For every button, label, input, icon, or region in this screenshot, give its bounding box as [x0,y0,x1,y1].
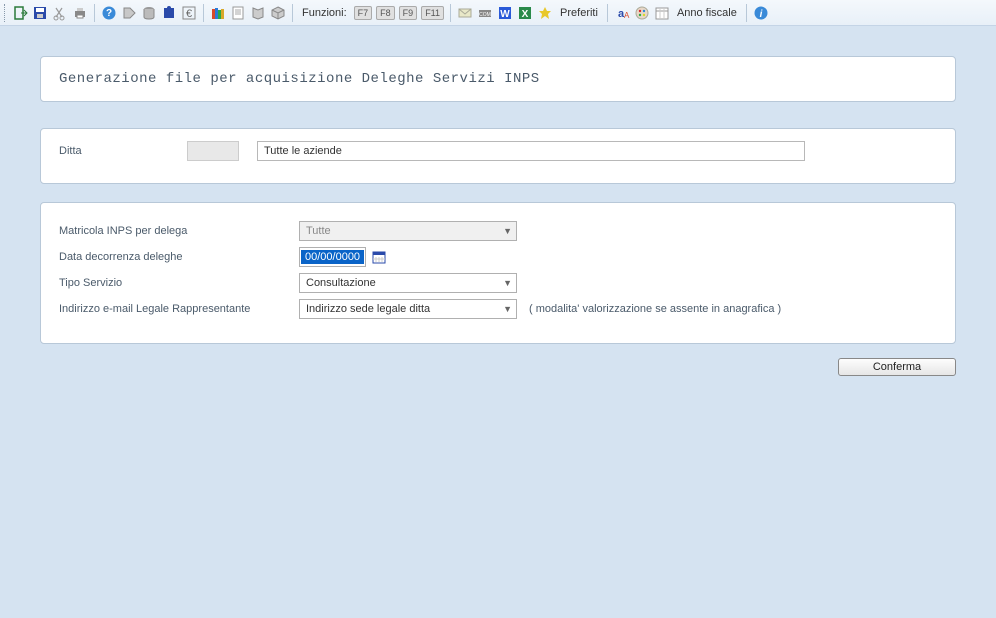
svg-text:A: A [624,11,630,20]
matricola-value: Tutte [306,225,331,237]
conferma-button[interactable]: Conferma [838,358,956,376]
indirizzo-email-label: Indirizzo e-mail Legale Rappresentante [59,303,299,315]
tag-icon[interactable] [120,4,138,22]
tipo-servizio-label: Tipo Servizio [59,277,299,289]
data-decorrenza-label: Data decorrenza deleghe [59,251,299,263]
data-decorrenza-input[interactable]: 00/00/0000 [299,247,366,267]
calendar-grid-icon[interactable] [653,4,671,22]
calendar-icon[interactable] [372,250,386,264]
f11-key[interactable]: F11 [421,6,444,20]
ditta-code-field[interactable] [187,141,239,161]
matricola-select[interactable]: Tutte ▼ [299,221,517,241]
title-panel: Generazione file per acquisizione Delegh… [40,56,956,102]
print-icon[interactable] [71,4,89,22]
help-icon[interactable]: ? [100,4,118,22]
exit-icon[interactable] [11,4,29,22]
svg-text:W: W [500,9,510,20]
ditta-name-field[interactable]: Tutte le aziende [257,141,805,161]
svg-text:X: X [522,9,529,20]
separator [607,4,608,22]
svg-text:COM: COM [479,12,491,18]
indirizzo-email-hint: ( modalita' valorizzazione se assente in… [529,303,781,315]
ditta-label: Ditta [59,145,187,157]
database-icon[interactable] [140,4,158,22]
content-area: Generazione file per acquisizione Delegh… [0,26,996,406]
anno-fiscale-label: Anno fiscale [673,7,741,19]
svg-text:?: ? [106,8,112,19]
save-icon[interactable] [31,4,49,22]
cut-icon[interactable] [51,4,69,22]
euro-icon[interactable]: € [180,4,198,22]
chevron-down-icon: ▼ [503,226,512,236]
excel-icon[interactable]: X [516,4,534,22]
document-icon[interactable] [229,4,247,22]
star-icon[interactable] [536,4,554,22]
palette-icon[interactable] [633,4,651,22]
main-toolbar: ? € Funzioni: F7 F8 F9 F11 COM W X [0,0,996,26]
button-row: Conferma [40,358,956,376]
page-title: Generazione file per acquisizione Delegh… [59,71,937,87]
tipo-servizio-select[interactable]: Consultazione ▼ [299,273,517,293]
font-icon[interactable]: aA [613,4,631,22]
word-icon[interactable]: W [496,4,514,22]
f9-key[interactable]: F9 [399,6,418,20]
preferiti-label: Preferiti [556,7,602,19]
toolbar-grip [4,4,7,22]
data-decorrenza-value: 00/00/0000 [301,250,364,264]
book-icon[interactable] [249,4,267,22]
funzioni-label: Funzioni: [298,7,351,19]
mail-icon[interactable] [456,4,474,22]
tipo-servizio-value: Consultazione [306,277,376,289]
books-icon[interactable] [209,4,227,22]
separator [203,4,204,22]
svg-text:€: € [186,8,192,20]
info-icon[interactable]: i [752,4,770,22]
separator [94,4,95,22]
separator [450,4,451,22]
chevron-down-icon: ▼ [503,278,512,288]
puzzle-icon[interactable] [160,4,178,22]
indirizzo-email-value: Indirizzo sede legale ditta [306,303,430,315]
f7-key[interactable]: F7 [354,6,373,20]
matricola-label: Matricola INPS per delega [59,225,299,237]
separator [746,4,747,22]
f8-key[interactable]: F8 [376,6,395,20]
separator [292,4,293,22]
chevron-down-icon: ▼ [503,304,512,314]
svg-text:i: i [759,9,762,20]
package-icon[interactable] [269,4,287,22]
parameters-panel: Matricola INPS per delega Tutte ▼ Data d… [40,202,956,344]
indirizzo-email-select[interactable]: Indirizzo sede legale ditta ▼ [299,299,517,319]
ditta-panel: Ditta Tutte le aziende [40,128,956,184]
com-icon[interactable]: COM [476,4,494,22]
